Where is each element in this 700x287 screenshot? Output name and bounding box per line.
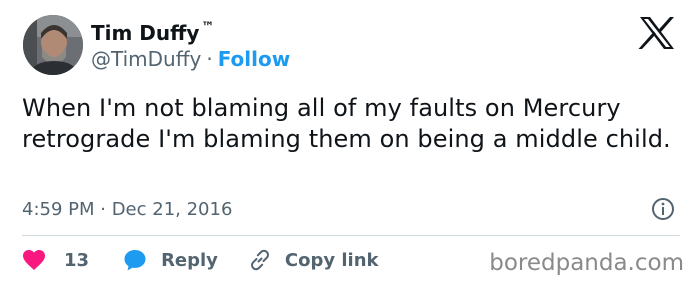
- action-bar: 13 Reply Copy link: [22, 246, 379, 274]
- tweet-card: Tim Duffy ™ @TimDuffy · Follow When I'm no…: [0, 0, 700, 287]
- copy-link-button[interactable]: Copy link: [248, 248, 379, 272]
- speech-bubble-icon: [124, 250, 146, 271]
- reply-button[interactable]: Reply: [123, 248, 218, 272]
- divider: [22, 235, 680, 236]
- tweet-text: When I'm not blaming all of my faults on…: [22, 94, 671, 153]
- tweet-timestamp[interactable]: 4:59 PM · Dec 21, 2016: [22, 198, 232, 222]
- author-handle[interactable]: @TimDuffy: [91, 47, 201, 71]
- x-logo-icon[interactable]: [638, 16, 676, 50]
- trademark-badge: ™: [201, 20, 215, 35]
- avatar[interactable]: [23, 15, 83, 75]
- like-button[interactable]: 13: [22, 249, 89, 271]
- author-name-row[interactable]: Tim Duffy ™: [91, 20, 214, 45]
- avatar-photo: [23, 15, 83, 75]
- info-icon[interactable]: [651, 197, 675, 221]
- heart-icon: [23, 250, 45, 270]
- reply-label: Reply: [161, 249, 218, 271]
- copy-link-label: Copy link: [284, 249, 379, 271]
- separator-dot: ·: [206, 47, 213, 71]
- author-handle-row: @TimDuffy · Follow: [91, 47, 290, 71]
- like-count: 13: [64, 249, 90, 271]
- author-name[interactable]: Tim Duffy: [91, 21, 199, 45]
- follow-button[interactable]: Follow: [218, 47, 291, 71]
- watermark: boredpanda.com: [489, 250, 684, 276]
- link-icon: [250, 249, 269, 271]
